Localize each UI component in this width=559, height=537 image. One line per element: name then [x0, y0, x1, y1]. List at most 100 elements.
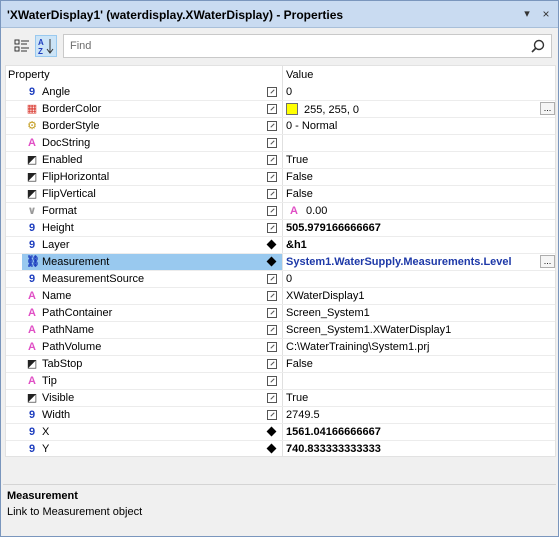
property-value[interactable]: True — [286, 392, 308, 404]
property-value[interactable]: C:\WaterTraining\System1.prj — [286, 341, 429, 353]
property-row-borderstyle[interactable]: ⚙ BorderStyle 0 - Normal — [6, 118, 555, 135]
property-row-width[interactable]: 9 Width 2749.5 — [6, 407, 555, 424]
property-name: Name — [42, 290, 72, 302]
property-value[interactable]: False — [286, 188, 313, 200]
edit-mode-icon[interactable] — [267, 104, 277, 114]
property-row-measurementsource[interactable]: 9 MeasurementSource 0 — [6, 271, 555, 288]
categorized-icon — [14, 39, 29, 52]
property-value-text: True — [286, 392, 309, 404]
property-row-pathcontainer[interactable]: A PathContainer Screen_System1 — [6, 305, 555, 322]
property-row-angle[interactable]: 9 Angle 0 — [6, 84, 555, 101]
property-value[interactable]: 505.979166666667 — [286, 222, 381, 234]
property-row-name[interactable]: A Name XWaterDisplay1 — [6, 288, 555, 305]
property-value[interactable]: True — [286, 154, 308, 166]
property-value[interactable]: 0 — [286, 273, 292, 285]
window-title: 'XWaterDisplay1' (waterdisplay.XWaterDis… — [7, 8, 344, 22]
property-value[interactable]: &h1 — [286, 239, 307, 251]
number-type-icon: 9 — [28, 443, 36, 455]
property-value[interactable]: 1561.04166666667 — [286, 426, 381, 438]
color-type-icon: ▦ — [26, 103, 38, 115]
alphabetical-button[interactable]: A Z — [35, 35, 57, 57]
property-row-format[interactable]: ∨ Format A 0.00 — [6, 203, 555, 220]
edit-mode-icon[interactable] — [267, 223, 277, 233]
property-row-docstring[interactable]: A DocString — [6, 135, 555, 152]
property-row-x[interactable]: 9 X 1561.04166666667 — [6, 424, 555, 441]
property-row-layer[interactable]: 9 Layer &h1 — [6, 237, 555, 254]
edit-mode-icon[interactable] — [267, 325, 277, 335]
edit-mode-icon[interactable] — [267, 87, 277, 97]
property-row-y[interactable]: 9 Y 740.833333333333 — [6, 441, 555, 456]
property-value-text: 0 — [286, 273, 293, 285]
property-value-text: 1561.04166666667 — [286, 426, 381, 438]
edit-mode-icon[interactable] — [267, 121, 277, 131]
search-icon[interactable] — [531, 39, 545, 53]
property-row-bordercolor[interactable]: ▦ BorderColor 255, 255, 0... — [6, 101, 555, 118]
edit-mode-icon[interactable] — [267, 189, 277, 199]
property-value-text: &h1 — [286, 239, 307, 251]
title-bar[interactable]: 'XWaterDisplay1' (waterdisplay.XWaterDis… — [1, 1, 558, 28]
boolean-type-icon: ◩ — [26, 171, 38, 183]
description-splitter[interactable] — [3, 484, 556, 485]
property-value-text: 505.979166666667 — [286, 222, 381, 234]
number-type-icon: 9 — [28, 222, 36, 234]
property-value-text: Screen_System1 — [286, 307, 370, 319]
edit-mode-icon[interactable] — [267, 155, 277, 165]
property-value[interactable]: 0 — [286, 86, 292, 98]
edit-mode-icon[interactable] — [267, 393, 277, 403]
properties-window: 'XWaterDisplay1' (waterdisplay.XWaterDis… — [0, 0, 559, 537]
property-value[interactable]: 0 - Normal — [286, 120, 337, 132]
property-value[interactable]: 740.833333333333 — [286, 443, 381, 455]
property-value[interactable]: System1.WaterSupply.Measurements.Level — [286, 256, 512, 268]
boolean-type-icon: ◩ — [26, 154, 38, 166]
property-name-cell[interactable] — [22, 424, 282, 440]
search-input[interactable] — [70, 38, 520, 54]
property-row-flipvertical[interactable]: ◩ FlipVertical False — [6, 186, 555, 203]
property-name-cell[interactable] — [22, 441, 282, 456]
property-row-tabstop[interactable]: ◩ TabStop False — [6, 356, 555, 373]
text-type-icon: A — [28, 307, 36, 319]
edit-mode-icon[interactable] — [267, 308, 277, 318]
edit-mode-icon[interactable] — [267, 206, 277, 216]
edit-mode-icon[interactable] — [267, 291, 277, 301]
window-options-icon[interactable]: ▾ — [519, 6, 535, 22]
property-value[interactable]: False — [286, 171, 313, 183]
boolean-type-icon: ◩ — [26, 188, 38, 200]
search-box[interactable] — [63, 34, 552, 58]
ellipsis-button[interactable]: ... — [540, 255, 555, 268]
boolean-type-icon: ◩ — [26, 392, 38, 404]
property-row-height[interactable]: 9 Height 505.979166666667 — [6, 220, 555, 237]
edit-mode-icon[interactable] — [267, 342, 277, 352]
property-value[interactable]: Screen_System1 — [286, 307, 370, 319]
edit-mode-icon[interactable] — [267, 376, 277, 386]
edit-mode-icon[interactable] — [267, 172, 277, 182]
property-value[interactable]: Screen_System1.XWaterDisplay1 — [286, 324, 451, 336]
edit-mode-icon[interactable] — [267, 138, 277, 148]
ellipsis-button[interactable]: ... — [540, 102, 555, 115]
grid-header: Property Value — [6, 66, 555, 84]
property-name-cell[interactable] — [22, 373, 282, 389]
close-icon[interactable]: × — [538, 6, 554, 22]
property-row-measurement[interactable]: ⛓ Measurement System1.WaterSupply.Measurem… — [6, 254, 555, 271]
property-value[interactable]: False — [286, 358, 313, 370]
property-row-tip[interactable]: A Tip — [6, 373, 555, 390]
property-value[interactable]: A 0.00 — [286, 205, 327, 217]
property-value-text: Screen_System1.XWaterDisplay1 — [286, 324, 452, 336]
categorized-button[interactable] — [11, 35, 33, 57]
property-row-pathvolume[interactable]: A PathVolume C:\WaterTraining\System1.prj — [6, 339, 555, 356]
toolbar: A Z — [3, 31, 556, 63]
property-row-pathname[interactable]: A PathName Screen_System1.XWaterDisplay1 — [6, 322, 555, 339]
property-value-text: False — [286, 171, 313, 183]
edit-mode-icon[interactable] — [267, 410, 277, 420]
property-column-header: Property — [8, 69, 50, 81]
property-value[interactable]: 255, 255, 0 — [286, 103, 359, 116]
property-row-visible[interactable]: ◩ Visible True — [6, 390, 555, 407]
number-type-icon: 9 — [28, 426, 36, 438]
property-row-fliphorizontal[interactable]: ◩ FlipHorizontal False — [6, 169, 555, 186]
property-row-enabled[interactable]: ◩ Enabled True — [6, 152, 555, 169]
edit-mode-icon[interactable] — [267, 359, 277, 369]
property-value[interactable]: 2749.5 — [286, 409, 320, 421]
sort-az-icon: A Z — [38, 38, 54, 56]
edit-mode-icon[interactable] — [267, 274, 277, 284]
property-value[interactable]: XWaterDisplay1 — [286, 290, 364, 302]
property-name: Width — [42, 409, 71, 421]
